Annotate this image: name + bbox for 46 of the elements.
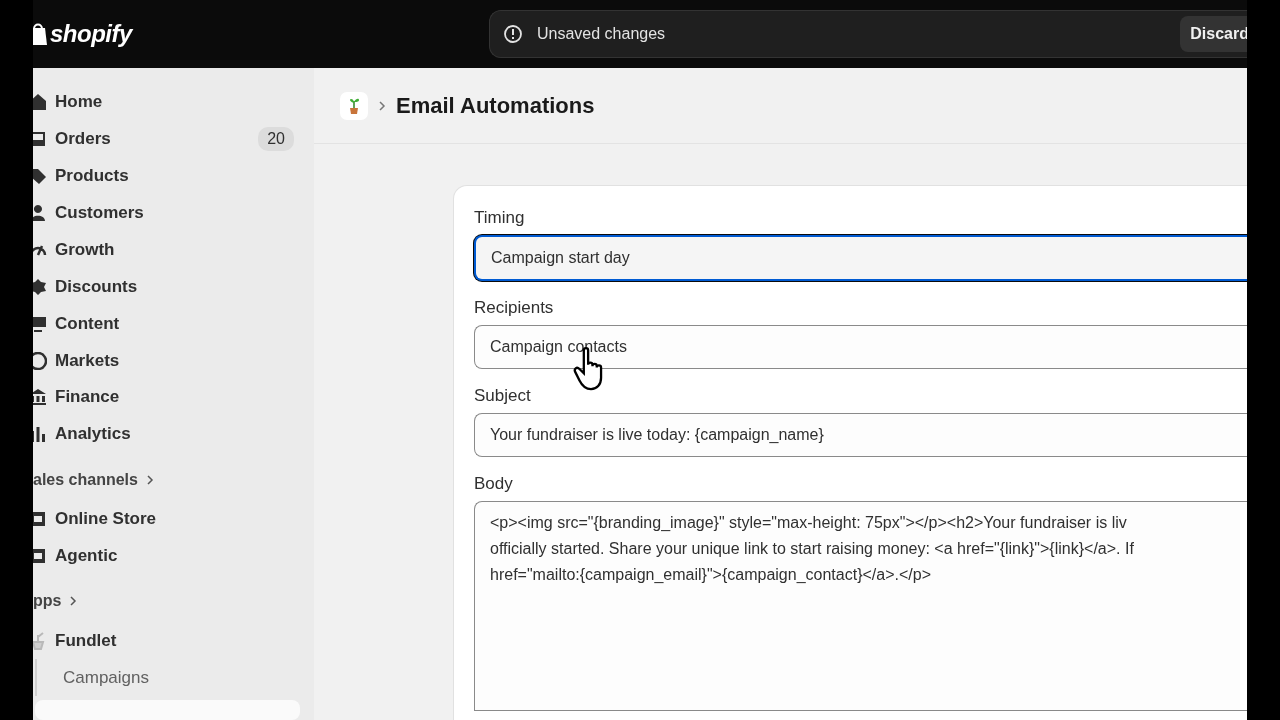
input-field[interactable]: Your fundraiser is live today: {campaign_name} xyxy=(474,413,1247,457)
sidebar-item[interactable]: Finance xyxy=(33,379,314,416)
sidebar-item[interactable]: Products xyxy=(33,157,314,195)
textarea-field[interactable]: <p><img src="{branding_image}" style="max-height: 75px"></p><h2>Your fundraiser is liv officially started. Share your unique link to start raising money: <a href="{link}">{link}</a>. If href="mailto:{campaign_email}">{campaign_contact}</a>.</p> xyxy=(474,501,1247,711)
bank-icon xyxy=(33,388,47,407)
globe-icon xyxy=(33,351,47,370)
field-label: Body xyxy=(474,474,513,494)
sidebar-item[interactable]: Orders 20 xyxy=(33,120,314,158)
plant-pot-icon xyxy=(340,91,368,120)
monitor-icon xyxy=(33,314,47,333)
sidebar-item[interactable]: Customers xyxy=(33,194,314,232)
shopify-logo: shopify xyxy=(50,20,132,48)
sidebar-item[interactable]: Home xyxy=(33,84,314,121)
select-field[interactable]: Campaign contacts xyxy=(474,325,1247,369)
store-icon xyxy=(33,546,47,565)
sidebar-item[interactable]: Fundlet xyxy=(33,622,314,660)
chevron-right-icon xyxy=(145,473,154,486)
sidebar-item[interactable]: Markets xyxy=(33,342,314,379)
shopping-bag-icon xyxy=(33,22,48,46)
notice-text: Unsaved changes xyxy=(537,25,666,43)
discard-button[interactable]: Discard xyxy=(1180,16,1247,52)
sidebar-item[interactable]: Analytics xyxy=(33,415,314,453)
home-icon xyxy=(33,93,47,112)
sidebar-item[interactable]: Growth xyxy=(33,231,314,269)
orders-icon xyxy=(33,130,47,149)
chevron-right-icon xyxy=(378,99,386,112)
alert-icon xyxy=(503,24,523,44)
sidebar-item[interactable]: Discounts xyxy=(33,268,314,306)
field-label: Subject xyxy=(474,386,531,406)
plant-icon xyxy=(33,631,47,650)
page-title: Email Automations xyxy=(396,92,595,119)
section-heading[interactable]: pps xyxy=(33,586,78,617)
field-label: Recipients xyxy=(474,298,554,318)
tag-icon xyxy=(33,167,47,186)
sidebar-item[interactable]: Online Store xyxy=(33,500,314,538)
select-field[interactable]: Campaign start day xyxy=(474,235,1247,281)
sidebar-item[interactable]: Agentic xyxy=(33,537,314,575)
chevron-right-icon xyxy=(69,595,78,608)
person-icon xyxy=(33,204,47,223)
field-label: Timing xyxy=(474,208,525,228)
gear-icon xyxy=(33,277,47,296)
bars-icon xyxy=(33,425,47,444)
section-heading[interactable]: ales channels xyxy=(33,464,154,495)
sidebar-item[interactable]: Content xyxy=(33,305,314,343)
store-icon xyxy=(33,510,47,529)
count-badge: 20 xyxy=(258,127,294,152)
